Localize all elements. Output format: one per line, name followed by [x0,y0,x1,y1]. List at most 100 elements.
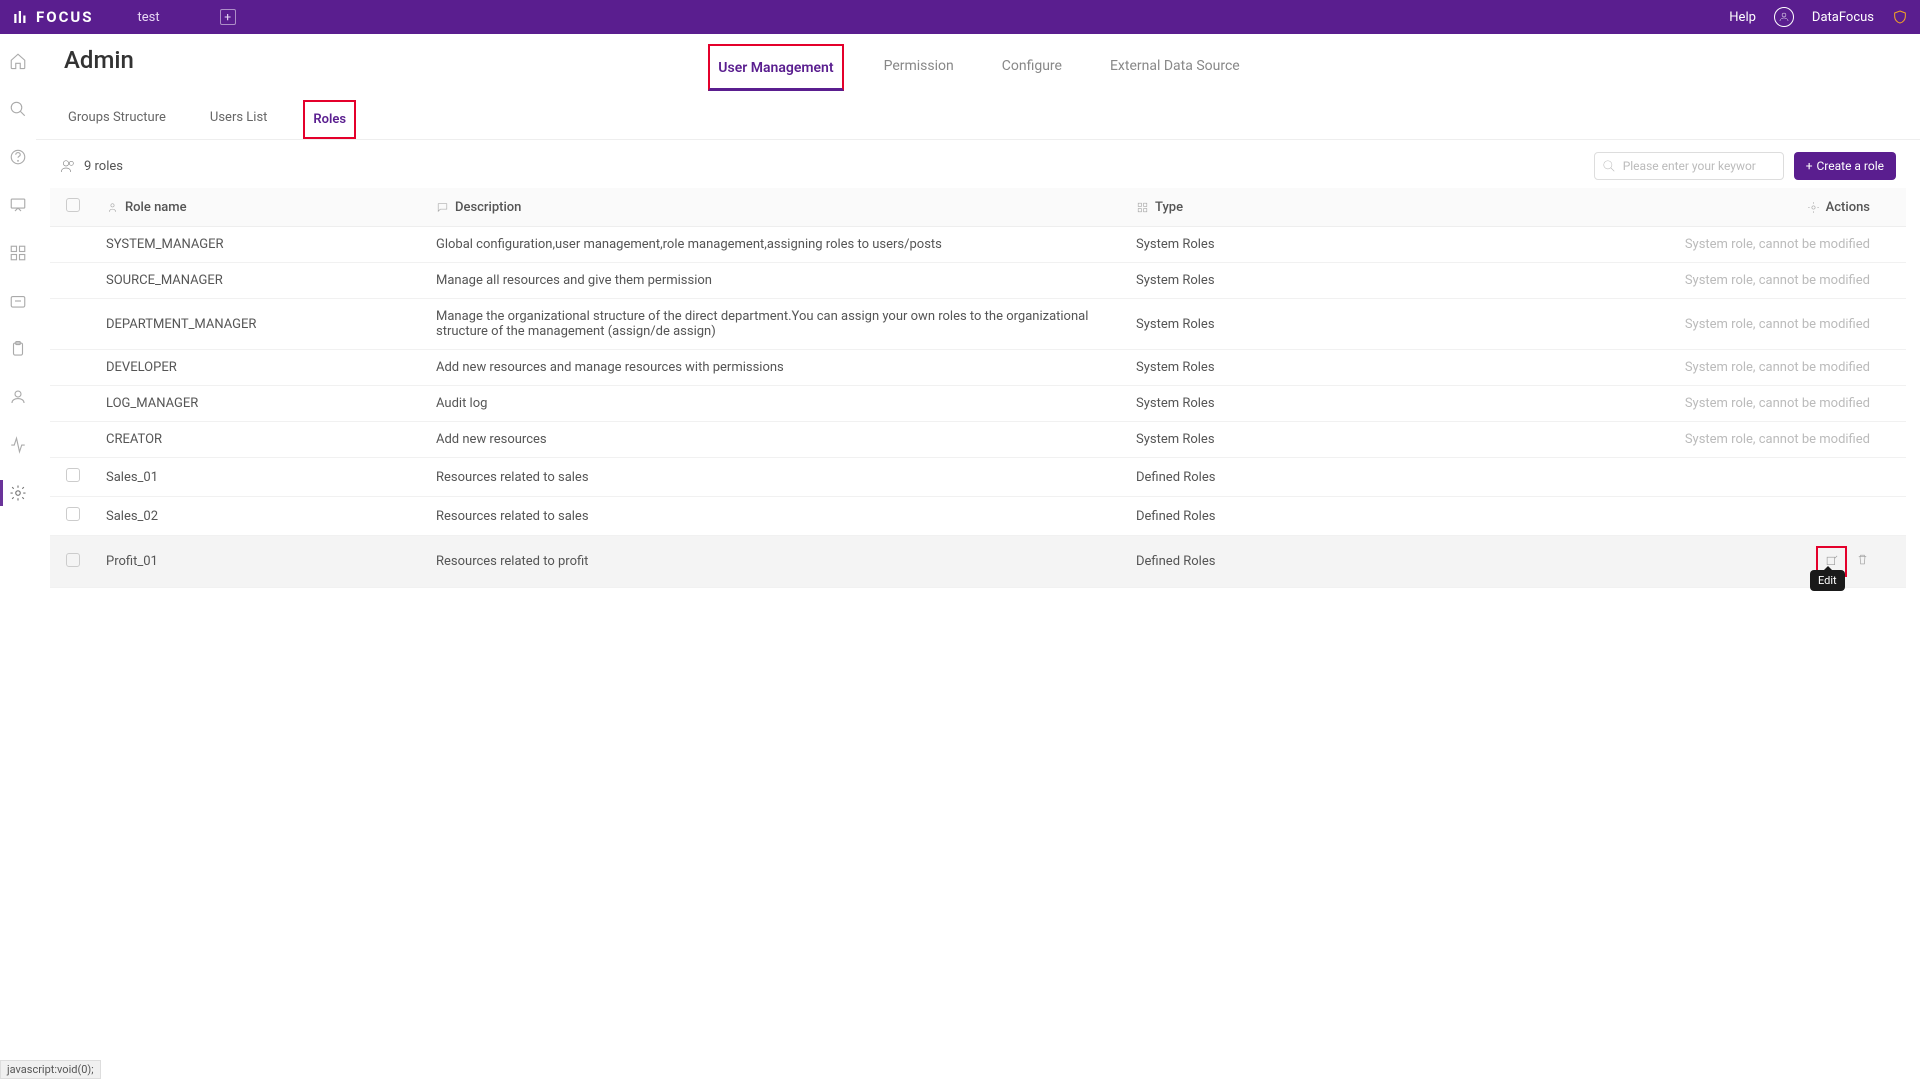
role-name-cell: SOURCE_MANAGER [96,263,426,299]
role-name-cell: DEVELOPER [96,350,426,386]
table-row[interactable]: DEPARTMENT_MANAGERManage the organizatio… [50,299,1906,350]
settings-icon[interactable] [9,484,27,502]
secondary-tabs: Groups Structure Users List Roles [36,100,1920,140]
col-name-label: Role name [125,200,187,215]
role-desc-cell: Audit log [426,386,1126,422]
system-role-note: System role, cannot be modified [1685,432,1870,447]
role-type-cell: System Roles [1126,422,1406,458]
tab-user-management[interactable]: User Management [708,44,843,91]
table-row[interactable]: SOURCE_MANAGERManage all resources and g… [50,263,1906,299]
tab-external-data-source[interactable]: External Data Source [1102,44,1248,91]
role-type-cell: System Roles [1126,227,1406,263]
role-desc-cell: Resources related to sales [426,497,1126,536]
folder-icon[interactable] [9,292,27,310]
trash-icon [1855,552,1870,567]
role-actions-cell: System role, cannot be modified [1406,422,1906,458]
tab-groups-structure[interactable]: Groups Structure [60,100,174,139]
help-circle-icon[interactable] [9,148,27,166]
role-type-cell: Defined Roles [1126,458,1406,497]
row-checkbox[interactable] [66,507,80,521]
logo-icon [12,8,30,26]
table-row[interactable]: Sales_01Resources related to salesDefine… [50,458,1906,497]
role-type-cell: System Roles [1126,350,1406,386]
user-name[interactable]: DataFocus [1812,10,1874,25]
activity-icon[interactable] [9,436,27,454]
table-row[interactable]: LOG_MANAGERAudit logSystem Roles System r… [50,386,1906,422]
add-workspace-button[interactable]: + [220,9,236,25]
clipboard-icon[interactable] [9,340,27,358]
person-icon [106,201,119,214]
grid-small-icon [1136,201,1149,214]
role-type-cell: System Roles [1126,386,1406,422]
help-link[interactable]: Help [1729,10,1756,25]
left-nav-rail [0,34,36,1079]
role-type-cell: Defined Roles [1126,497,1406,536]
table-row[interactable]: Profit_01Resources related to profitDefi… [50,536,1906,588]
workspace-tab[interactable]: test [138,10,160,25]
tab-permission[interactable]: Permission [876,44,962,91]
plus-icon: + [1806,159,1813,173]
role-desc-cell: Global configuration,user management,rol… [426,227,1126,263]
role-desc-cell: Manage all resources and give them permi… [426,263,1126,299]
system-role-note: System role, cannot be modified [1685,273,1870,288]
user-avatar-icon[interactable] [1774,7,1794,27]
users-icon [60,158,76,174]
top-header: FOCUS test + Help DataFocus [0,0,1920,34]
gear-icon [1807,201,1820,214]
brand-text: FOCUS [36,8,94,26]
system-role-note: System role, cannot be modified [1685,317,1870,332]
role-desc-cell: Add new resources and manage resources w… [426,350,1126,386]
role-actions-cell: System role, cannot be modified [1406,350,1906,386]
create-role-label: Create a role [1817,159,1885,173]
create-role-button[interactable]: + Create a role [1794,152,1896,180]
role-actions-cell: System role, cannot be modified [1406,263,1906,299]
role-desc-cell: Resources related to profit [426,536,1126,588]
role-desc-cell: Add new resources [426,422,1126,458]
role-actions-cell: Edit [1406,536,1906,588]
tab-configure[interactable]: Configure [994,44,1070,91]
search-input[interactable] [1594,152,1784,180]
main-content: Admin User Management Permission Configu… [36,34,1920,1079]
role-desc-cell: Manage the organizational structure of t… [426,299,1126,350]
roles-count: 9 roles [84,159,123,174]
search-icon[interactable] [9,100,27,118]
role-actions-cell: System role, cannot be modified [1406,386,1906,422]
home-icon[interactable] [9,52,27,70]
roles-toolbar: 9 roles + Create a role [36,140,1920,188]
grid-icon[interactable] [9,244,27,262]
role-actions-cell: System role, cannot be modified [1406,227,1906,263]
select-all-checkbox[interactable] [66,198,80,212]
col-type-label: Type [1155,200,1183,215]
role-name-cell: Sales_02 [96,497,426,536]
brand-logo[interactable]: FOCUS [12,8,94,26]
status-bar: javascript:void(0); [0,1060,101,1079]
col-actions-label: Actions [1826,200,1870,215]
role-actions-cell: System role, cannot be modified [1406,299,1906,350]
shield-icon[interactable] [1892,9,1908,25]
role-actions-cell [1406,497,1906,536]
user-icon[interactable] [9,388,27,406]
chat-icon [436,201,449,214]
table-row[interactable]: CREATORAdd new resourcesSystem RolesSyst… [50,422,1906,458]
role-desc-cell: Resources related to sales [426,458,1126,497]
tab-users-list[interactable]: Users List [202,100,276,139]
row-checkbox[interactable] [66,468,80,482]
presentation-icon[interactable] [9,196,27,214]
role-name-cell: Profit_01 [96,536,426,588]
row-checkbox[interactable] [66,553,80,567]
table-row[interactable]: DEVELOPERAdd new resources and manage re… [50,350,1906,386]
role-name-cell: DEPARTMENT_MANAGER [96,299,426,350]
table-row[interactable]: SYSTEM_MANAGERGlobal configuration,user … [50,227,1906,263]
table-row[interactable]: Sales_02Resources related to salesDefine… [50,497,1906,536]
tab-roles[interactable]: Roles [303,100,356,139]
col-desc-label: Description [455,200,521,215]
role-name-cell: Sales_01 [96,458,426,497]
delete-role-button[interactable] [1855,552,1870,571]
primary-tabs: User Management Permission Configure Ext… [36,44,1920,92]
role-type-cell: System Roles [1126,263,1406,299]
role-type-cell: System Roles [1126,299,1406,350]
system-role-note: System role, cannot be modified [1685,237,1870,252]
system-role-note: System role, cannot be modified [1685,396,1870,411]
search-input-icon [1602,159,1616,173]
role-name-cell: LOG_MANAGER [96,386,426,422]
